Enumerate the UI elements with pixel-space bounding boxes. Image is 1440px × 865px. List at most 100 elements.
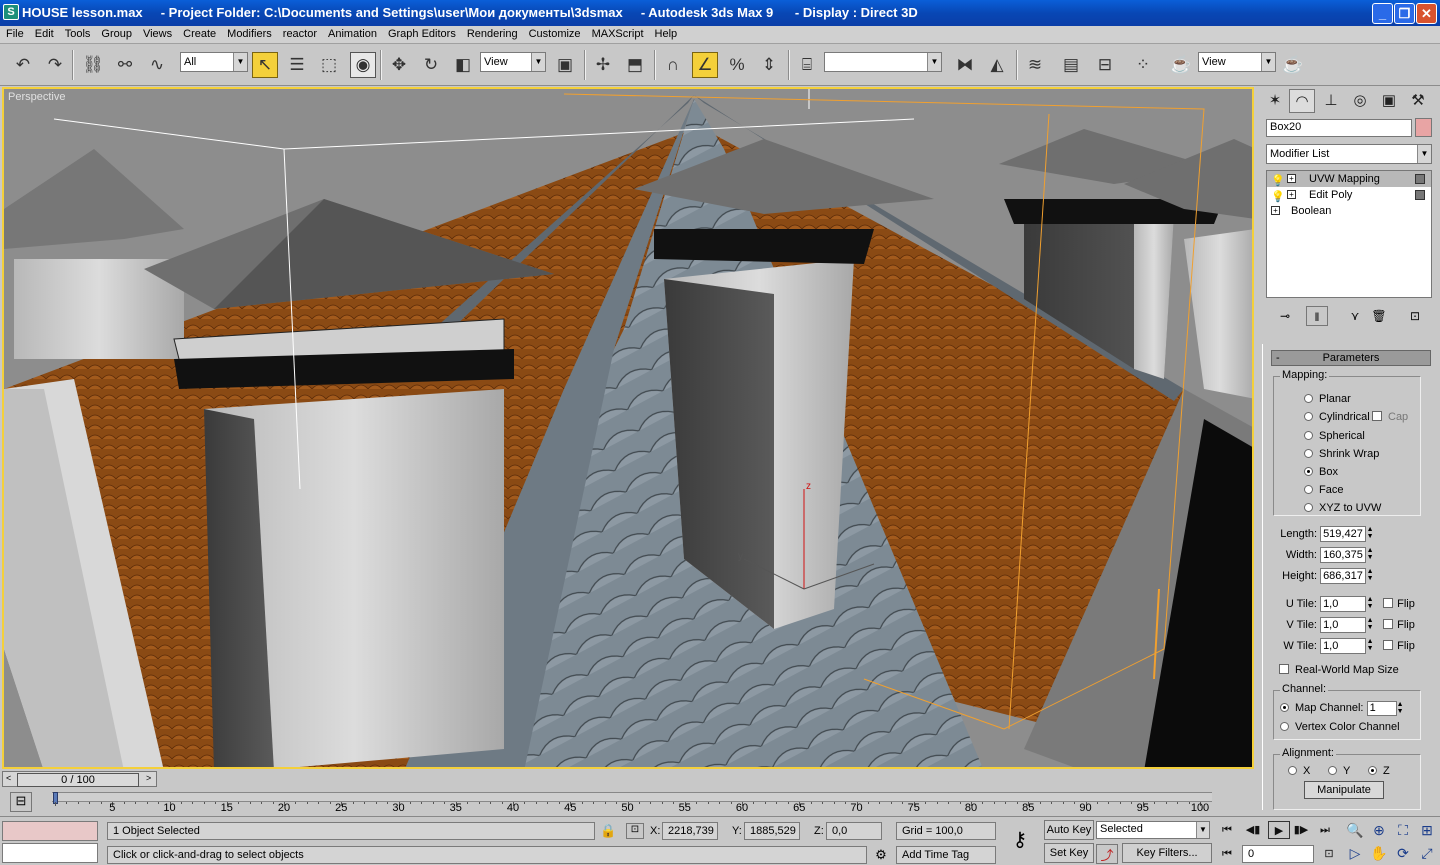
menu-help[interactable]: Help bbox=[649, 26, 683, 40]
configure-modifier-sets-icon[interactable]: ⊡ bbox=[1404, 306, 1426, 326]
perspective-viewport[interactable]: z y Perspective bbox=[2, 87, 1254, 769]
set-key-mode-icon[interactable]: ⚷ bbox=[1002, 827, 1038, 853]
spinner-arrows-icon[interactable]: ▲ ▼ bbox=[1366, 596, 1374, 612]
spinner-arrows-icon[interactable]: ▲ ▼ bbox=[1366, 617, 1374, 633]
mapping-shrink-wrap-radio[interactable]: Shrink Wrap bbox=[1304, 448, 1379, 460]
zoom-all-icon[interactable]: ⊕ bbox=[1368, 820, 1390, 840]
key-mode-dropdown[interactable]: Selected ▼ bbox=[1096, 821, 1210, 839]
w-tile-spinner[interactable]: W Tile: 1,0 ▲ ▼ Flip bbox=[1277, 638, 1415, 654]
minimize-button[interactable]: _ bbox=[1372, 3, 1393, 24]
pin-stack-icon[interactable]: ⊸ bbox=[1274, 306, 1296, 326]
stack-item-uvw-mapping[interactable]: 💡 + UVW Mapping bbox=[1267, 171, 1431, 187]
named-selection-sets-dropdown[interactable]: ▼ bbox=[824, 52, 942, 72]
select-object-icon[interactable]: ↖ bbox=[252, 52, 278, 78]
3dsmax-app-icon[interactable]: S bbox=[3, 4, 19, 20]
display-tab-icon[interactable]: ▣ bbox=[1376, 89, 1402, 113]
align-icon[interactable]: ◭ bbox=[984, 52, 1010, 78]
viewport-label[interactable]: Perspective bbox=[8, 91, 65, 103]
add-time-tag-button[interactable]: Add Time Tag bbox=[896, 846, 996, 864]
zoom-extents-icon[interactable]: ⛶ bbox=[1392, 820, 1414, 840]
menu-edit[interactable]: Edit bbox=[29, 26, 59, 40]
utilities-tab-icon[interactable]: ⚒ bbox=[1405, 89, 1431, 113]
next-frame-icon[interactable]: ▮▶ bbox=[1290, 821, 1312, 839]
previous-frame-icon[interactable]: ◀▮ bbox=[1242, 821, 1264, 839]
track-bar-strip[interactable] bbox=[52, 792, 1212, 802]
select-by-name-icon[interactable]: ☰ bbox=[284, 52, 310, 78]
undo-icon[interactable]: ↶ bbox=[10, 52, 36, 78]
align-x-radio[interactable]: X bbox=[1288, 765, 1310, 777]
expand-icon[interactable]: + bbox=[1287, 190, 1296, 199]
manipulate-button[interactable]: Manipulate bbox=[1304, 781, 1384, 799]
unlink-selection-icon[interactable]: ⚯ bbox=[112, 52, 138, 78]
w-tile-field[interactable]: 1,0 bbox=[1320, 638, 1367, 654]
time-slider-next-icon[interactable]: > bbox=[146, 773, 151, 783]
spinner-arrows-icon[interactable]: ▲ ▼ bbox=[1397, 701, 1405, 715]
time-configuration-icon[interactable]: ⊡ bbox=[1318, 845, 1340, 863]
u-tile-spinner[interactable]: U Tile: 1,0 ▲ ▼ Flip bbox=[1277, 596, 1415, 612]
go-to-end-icon[interactable]: ⏭ bbox=[1314, 821, 1336, 839]
align-z-radio[interactable]: Z bbox=[1368, 765, 1390, 777]
key-mode-toggle-icon[interactable]: ⏮ bbox=[1216, 845, 1238, 863]
remove-modifier-icon[interactable]: 🗑 bbox=[1368, 306, 1390, 326]
menu-views[interactable]: Views bbox=[137, 26, 177, 40]
u-flip-checkbox[interactable] bbox=[1383, 597, 1394, 608]
arc-rotate-icon[interactable]: ⟳ bbox=[1392, 843, 1414, 863]
render-scene-dialog-icon[interactable]: ☕ bbox=[1168, 52, 1194, 78]
object-color-swatch[interactable] bbox=[1415, 118, 1432, 137]
w-flip-checkbox[interactable] bbox=[1383, 639, 1394, 650]
spinner-arrows-icon[interactable]: ▲ ▼ bbox=[1366, 638, 1374, 654]
length-field[interactable]: 519,427 bbox=[1320, 526, 1367, 542]
mini-curve-editor-icon[interactable]: ⊟ bbox=[10, 792, 32, 812]
map-channel-radio[interactable]: Map Channel: 1 ▲ ▼ bbox=[1280, 701, 1405, 716]
show-end-result-icon[interactable]: ‖ bbox=[1306, 306, 1328, 326]
map-channel-field[interactable]: 1 bbox=[1366, 701, 1397, 716]
bind-to-space-warp-icon[interactable]: ∿ bbox=[144, 52, 170, 78]
time-slider-thumb[interactable]: 0 / 100 bbox=[17, 773, 139, 787]
stack-item-boolean[interactable]: + Boolean bbox=[1267, 203, 1431, 219]
go-to-start-icon[interactable]: ⏮ bbox=[1216, 821, 1238, 839]
menu-modifiers[interactable]: Modifiers bbox=[221, 26, 277, 40]
mapping-spherical-radio[interactable]: Spherical bbox=[1304, 430, 1365, 442]
window-crossing-icon[interactable]: ◉ bbox=[350, 52, 376, 78]
modifier-toggle-icon[interactable] bbox=[1415, 190, 1425, 200]
set-key-button[interactable]: Set Key bbox=[1044, 843, 1094, 863]
modify-tab-icon[interactable]: ◠ bbox=[1289, 89, 1315, 113]
menu-reactor[interactable]: reactor bbox=[277, 26, 322, 40]
reference-coordinate-dropdown[interactable]: View ▼ bbox=[480, 52, 546, 72]
lock-icon[interactable]: 🔒 bbox=[600, 823, 616, 839]
mirror-icon[interactable]: ⧓ bbox=[952, 52, 978, 78]
angle-snap-toggle-icon[interactable]: ∠ bbox=[692, 52, 718, 78]
percent-snap-icon[interactable]: % bbox=[724, 52, 750, 78]
snaps-toggle-icon[interactable]: ∩ bbox=[660, 52, 686, 78]
time-slider-track[interactable]: < 0 / 100 > bbox=[2, 771, 157, 787]
u-tile-field[interactable]: 1,0 bbox=[1320, 596, 1367, 612]
use-pivot-center-icon[interactable]: ▣ bbox=[552, 52, 578, 78]
select-and-rotate-icon[interactable]: ↻ bbox=[418, 52, 444, 78]
real-world-map-size-checkbox[interactable]: Real-World Map Size bbox=[1279, 664, 1399, 676]
spinner-arrows-icon[interactable]: ▲ ▼ bbox=[1366, 526, 1374, 542]
absolute-transform-icon[interactable]: ⊡ bbox=[626, 823, 644, 839]
add-time-tag-icon[interactable]: ⚙ bbox=[872, 847, 890, 863]
length-spinner[interactable]: Length: 519,427 ▲ ▼ bbox=[1277, 526, 1374, 542]
maximize-viewport-icon[interactable]: ⤢ bbox=[1416, 843, 1438, 863]
width-spinner[interactable]: Width: 160,375 ▲ ▼ bbox=[1277, 547, 1374, 563]
curve-editor-icon[interactable]: ▤ bbox=[1058, 52, 1084, 78]
maxscript-listener-mini[interactable] bbox=[2, 821, 98, 841]
track-bar[interactable]: ⊟ 5 10 15 20 25 30 35 40 45 50 55 60 65 70 75 80 85 90 95 1… bbox=[0, 790, 1225, 816]
modifier-list-dropdown[interactable]: Modifier List ▼ bbox=[1266, 144, 1432, 164]
field-of-view-icon[interactable]: ▷ bbox=[1344, 843, 1366, 863]
spinner-snap-icon[interactable]: ⇕ bbox=[756, 52, 782, 78]
time-slider-prev-icon[interactable]: < bbox=[6, 773, 11, 783]
rectangular-selection-region-icon[interactable]: ⬚ bbox=[316, 52, 342, 78]
modifier-toggle-icon[interactable] bbox=[1415, 174, 1425, 184]
menu-group[interactable]: Group bbox=[95, 26, 137, 40]
width-field[interactable]: 160,375 bbox=[1320, 547, 1367, 563]
auto-key-button[interactable]: Auto Key bbox=[1044, 820, 1094, 840]
menu-graph-editors[interactable]: Graph Editors bbox=[382, 26, 461, 40]
height-spinner[interactable]: Height: 686,317 ▲ ▼ bbox=[1277, 568, 1374, 584]
edit-named-selection-icon[interactable]: ⌸ bbox=[794, 52, 820, 78]
object-name-field[interactable]: Box20 bbox=[1266, 119, 1412, 137]
menu-maxscript[interactable]: MAXScript bbox=[586, 26, 649, 40]
mapping-xyz-to-uvw-radio[interactable]: XYZ to UVW bbox=[1304, 502, 1381, 514]
current-frame-field[interactable]: 0 bbox=[1242, 845, 1314, 863]
